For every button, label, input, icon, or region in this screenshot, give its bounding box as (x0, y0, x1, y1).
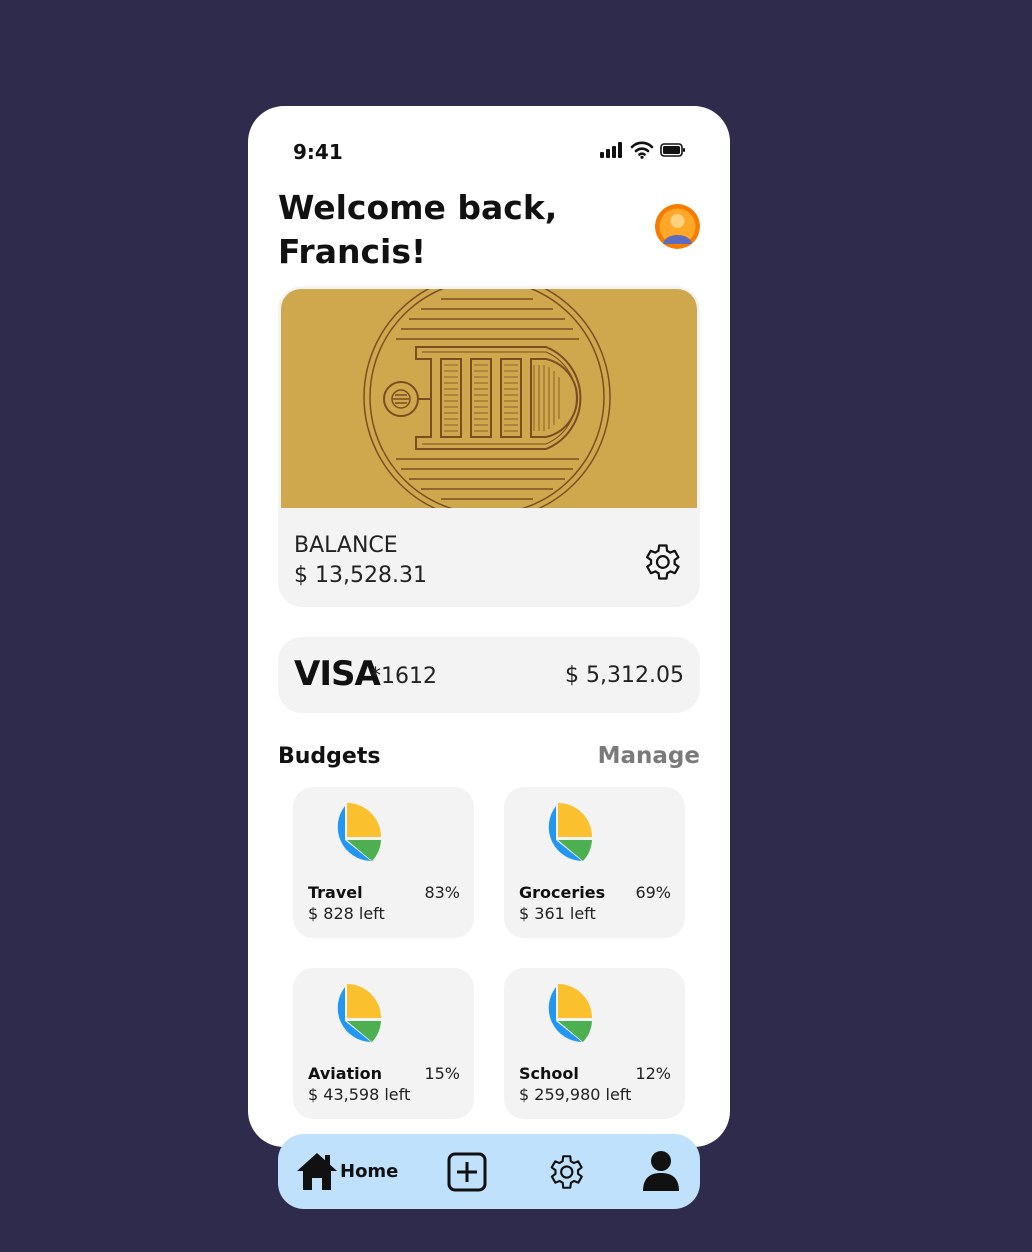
balance-card[interactable]: BALANCE $ 13,528.31 (278, 286, 700, 607)
pie-chart-icon (337, 803, 381, 861)
settings-icon (550, 1155, 583, 1189)
visa-last4: *1612 (370, 664, 437, 689)
greeting-title: Welcome back, Francis! (278, 188, 558, 271)
pie-chart-icon (548, 984, 592, 1042)
balance-label: BALANCE (294, 533, 398, 558)
profile-icon (643, 1151, 679, 1191)
nav-add[interactable] (446, 1151, 488, 1197)
visa-amount: $ 5,312.05 (565, 663, 684, 688)
budget-name: Travel (308, 883, 363, 902)
gear-icon (645, 544, 680, 580)
signal-icon (600, 142, 622, 158)
avatar-icon (655, 204, 700, 249)
budget-name: Aviation (308, 1064, 383, 1083)
card-settings-button[interactable] (639, 540, 683, 584)
status-time: 9:41 (293, 140, 343, 164)
add-icon (447, 1152, 487, 1192)
budget-card-travel[interactable]: Travel 83% $ 828 left (293, 787, 474, 938)
battery-icon (660, 143, 685, 157)
status-icons (600, 141, 686, 159)
budget-card-aviation[interactable]: Aviation 15% $ 43,598 left (293, 968, 474, 1119)
nav-profile[interactable] (642, 1150, 680, 1196)
visa-brand: VISA (294, 654, 381, 694)
budget-percent: 83% (424, 883, 460, 902)
card-artwork (281, 289, 697, 508)
wifi-icon (630, 141, 654, 159)
budget-card-groceries[interactable]: Groceries 69% $ 361 left (504, 787, 685, 938)
budgets-title: Budgets (278, 744, 381, 769)
budget-name: School (519, 1064, 579, 1083)
coin-logo (363, 289, 611, 508)
balance-value: $ 13,528.31 (294, 563, 427, 588)
nav-home[interactable]: Home (296, 1151, 398, 1191)
budget-card-school[interactable]: School 12% $ 259,980 left (504, 968, 685, 1119)
home-icon (297, 1153, 337, 1190)
bottom-nav: Home (278, 1134, 700, 1209)
budget-remaining: $ 828 left (308, 904, 385, 923)
nav-home-label: Home (340, 1160, 399, 1182)
budget-remaining: $ 361 left (519, 904, 596, 923)
budget-percent: 69% (635, 883, 671, 902)
budget-name: Groceries (519, 883, 606, 902)
budget-percent: 15% (424, 1064, 460, 1083)
pie-chart-icon (548, 803, 592, 861)
budget-remaining: $ 43,598 left (308, 1085, 411, 1104)
nav-settings[interactable] (544, 1151, 586, 1197)
manage-budgets-link[interactable]: Manage (598, 743, 700, 769)
avatar[interactable] (655, 204, 700, 249)
pie-chart-icon (337, 984, 381, 1042)
budget-percent: 12% (635, 1064, 671, 1083)
visa-card-row[interactable]: VISA *1612 $ 5,312.05 (278, 637, 700, 713)
phone-screen: 9:41 Welcome back, Francis! BALANCE $ 13… (248, 106, 730, 1147)
budget-remaining: $ 259,980 left (519, 1085, 632, 1104)
